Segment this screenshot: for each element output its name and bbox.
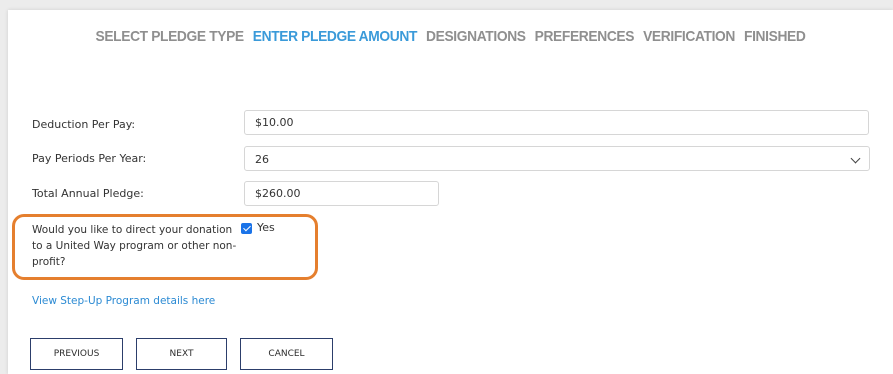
pay-periods-select[interactable]: 26 <box>244 146 870 171</box>
step-preferences[interactable]: PREFERENCES <box>535 28 635 45</box>
direct-donation-checkbox-label[interactable]: Yes <box>257 221 275 234</box>
step-up-program-link[interactable]: View Step-Up Program details here <box>32 295 215 307</box>
direct-donation-question: Would you like to direct your donation t… <box>32 224 237 268</box>
step-designations[interactable]: DESIGNATIONS <box>426 28 526 45</box>
total-annual-pledge-label: Total Annual Pledge: <box>32 187 144 200</box>
deduction-per-pay-value: $10.00 <box>255 116 294 129</box>
total-annual-pledge-field: $260.00 <box>244 181 439 206</box>
step-finished[interactable]: FINISHED <box>744 28 806 45</box>
step-indicator: SELECT PLEDGE TYPE ENTER PLEDGE AMOUNT D… <box>43 28 857 45</box>
pay-periods-label: Pay Periods Per Year: <box>32 152 147 165</box>
step-verification[interactable]: VERIFICATION <box>643 28 735 45</box>
next-button[interactable]: NEXT <box>136 338 227 370</box>
previous-button[interactable]: PREVIOUS <box>30 338 123 370</box>
pay-periods-value: 26 <box>255 153 269 166</box>
deduction-per-pay-label: Deduction Per Pay: <box>32 118 136 131</box>
chevron-down-icon <box>850 153 861 164</box>
direct-donation-checkbox[interactable] <box>241 223 252 234</box>
step-enter-pledge-amount[interactable]: ENTER PLEDGE AMOUNT <box>253 28 418 45</box>
step-select-pledge-type[interactable]: SELECT PLEDGE TYPE <box>95 28 244 45</box>
cancel-button[interactable]: CANCEL <box>240 338 333 370</box>
total-annual-pledge-value: $260.00 <box>255 187 301 200</box>
pledge-form-card: SELECT PLEDGE TYPE ENTER PLEDGE AMOUNT D… <box>8 10 893 374</box>
deduction-per-pay-input[interactable]: $10.00 <box>244 110 869 135</box>
